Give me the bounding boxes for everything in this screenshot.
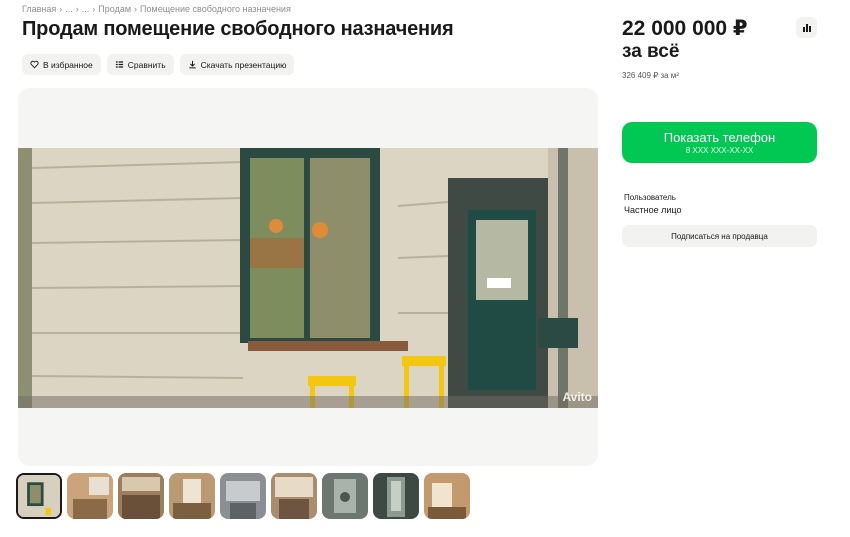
seller-role: Пользователь (624, 193, 676, 202)
subscribe-button[interactable]: Подписаться на продавца (622, 225, 817, 247)
thumbnail[interactable] (67, 473, 113, 519)
breadcrumb-separator: › (92, 4, 96, 14)
storefront-photo (18, 148, 598, 408)
subscribe-label: Подписаться на продавца (671, 231, 768, 241)
thumbnail[interactable] (118, 473, 164, 519)
listing-actions: В избранное Сравнить Скачать презентацию (22, 54, 295, 75)
breadcrumb-separator: › (75, 4, 79, 14)
breadcrumb-item-home[interactable]: Главная (22, 4, 56, 14)
breadcrumb-item-category[interactable]: Помещение свободного назначения (140, 4, 291, 14)
seller-type[interactable]: Частное лицо (624, 205, 681, 215)
favorite-button[interactable]: В избранное (22, 54, 101, 75)
breadcrumb-item-ellipsis[interactable]: ... (82, 4, 90, 14)
price-per-sqm: 326 409 ₽ за м² (622, 71, 679, 80)
show-phone-button[interactable]: Показать телефон 8 XXX XXX-XX-XX (622, 122, 817, 163)
thumbnail[interactable] (16, 473, 62, 519)
compare-label: Сравнить (127, 59, 166, 70)
page-title: Продам помещение свободного назначения (22, 18, 454, 40)
download-label: Скачать презентацию (200, 59, 287, 70)
compare-button[interactable]: Сравнить (106, 54, 174, 75)
thumbnail-strip (16, 473, 470, 519)
thumbnail[interactable] (322, 473, 368, 519)
main-photo[interactable]: Avito (18, 148, 598, 408)
favorite-label: В избранное (43, 59, 93, 70)
breadcrumb: Главная ›... ›... › Продам › Помещение свободн… (22, 4, 291, 14)
price-stats-button[interactable] (796, 17, 817, 38)
avito-watermark: Avito (562, 390, 592, 404)
price-qualifier: за всё (622, 41, 680, 62)
heart-icon (30, 60, 39, 69)
download-icon (188, 60, 196, 69)
breadcrumb-separator: › (134, 4, 138, 14)
bar-chart-icon (802, 23, 811, 32)
breadcrumb-separator: › (59, 4, 63, 14)
phone-mask: 8 XXX XXX-XX-XX (685, 146, 754, 155)
compare-icon (115, 61, 123, 68)
thumbnail[interactable] (220, 473, 266, 519)
photo-gallery[interactable]: Avito (18, 88, 598, 466)
thumbnail[interactable] (424, 473, 470, 519)
thumbnail[interactable] (271, 473, 317, 519)
download-presentation-button[interactable]: Скачать презентацию (179, 54, 295, 75)
thumbnail[interactable] (373, 473, 419, 519)
thumbnail[interactable] (169, 473, 215, 519)
show-phone-label: Показать телефон (663, 130, 776, 145)
breadcrumb-item-ellipsis[interactable]: ... (65, 4, 73, 14)
breadcrumb-item-sell[interactable]: Продам (98, 4, 131, 14)
price-value: 22 000 000 ₽ (622, 17, 748, 40)
